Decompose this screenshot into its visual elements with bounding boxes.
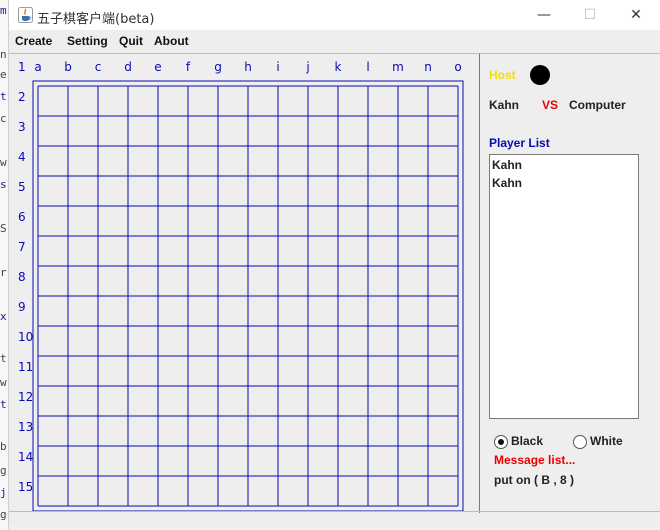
board-column-label: i xyxy=(276,60,280,74)
board-row-label: 6 xyxy=(18,210,26,224)
black-radio-label[interactable]: Black xyxy=(511,434,543,448)
ide-code-fragment: w xyxy=(0,376,7,389)
message-list-title: Message list... xyxy=(494,453,576,467)
player-one-name: Kahn xyxy=(489,98,519,112)
minimize-button[interactable]: — xyxy=(521,2,567,28)
menu-bar: Create Setting Quit About xyxy=(9,30,660,52)
menu-create[interactable]: Create xyxy=(15,34,52,48)
board-column-label: g xyxy=(214,60,222,74)
player-list-title: Player List xyxy=(489,136,550,150)
ide-code-fragment: c xyxy=(0,112,7,125)
board-column-label: e xyxy=(154,60,162,74)
board-column-label: o xyxy=(454,60,462,74)
board-row-label: 13 xyxy=(18,420,34,434)
board-column-label: h xyxy=(244,60,252,74)
list-item[interactable]: Kahn xyxy=(492,176,522,190)
board-row-label: 2 xyxy=(18,90,26,104)
ide-code-fragment: w xyxy=(0,156,7,169)
window-title: 五子棋客户端(beta) xyxy=(37,12,155,27)
gomoku-board-panel[interactable]: a b c d e f g h i j k l m n o 1 2 3 4 5 6 7 8 9 10 11 12 13 14 15 xyxy=(9,53,479,513)
menu-about[interactable]: About xyxy=(154,34,189,48)
board-row-label: 7 xyxy=(18,240,26,254)
side-panel: Host Kahn VS Computer Player List Kahn K… xyxy=(479,53,660,513)
maximize-button[interactable]: ☐ xyxy=(567,2,613,28)
java-app-icon xyxy=(18,7,33,23)
white-radio[interactable] xyxy=(573,435,587,449)
host-label: Host xyxy=(489,68,516,82)
ide-code-fragment: t xyxy=(0,398,7,411)
ide-code-fragment: n xyxy=(0,48,7,61)
message-text: put on ( B , 8 ) xyxy=(494,473,574,487)
board-column-label: k xyxy=(334,60,342,74)
ide-code-fragment: g xyxy=(0,508,7,521)
board-column-label: b xyxy=(64,60,72,74)
board-row-label: 1 xyxy=(18,60,26,74)
close-button[interactable]: ✕ xyxy=(613,2,659,28)
board-row-label: 3 xyxy=(18,120,26,134)
menu-setting[interactable]: Setting xyxy=(67,34,108,48)
ide-code-fragment: x xyxy=(0,310,7,323)
ide-code-fragment: r xyxy=(0,266,7,279)
ide-code-fragment: j xyxy=(0,486,7,499)
ide-code-fragment: S xyxy=(0,222,7,235)
board-column-label: m xyxy=(392,60,404,74)
white-radio-label[interactable]: White xyxy=(590,434,623,448)
title-bar[interactable]: 五子棋客户端(beta) — ☐ ✕ xyxy=(9,0,660,30)
ide-code-fragment: b xyxy=(0,440,7,453)
ide-code-fragment: t xyxy=(0,352,7,365)
board-row-label: 14 xyxy=(18,450,34,464)
board-row-label: 5 xyxy=(18,180,26,194)
board-column-label: n xyxy=(424,60,432,74)
board-row-label: 8 xyxy=(18,270,26,284)
board-column-label: l xyxy=(366,60,370,74)
menu-quit[interactable]: Quit xyxy=(119,34,143,48)
ide-code-fragment: g xyxy=(0,464,7,477)
board-column-label: f xyxy=(185,60,191,74)
board-row-label: 11 xyxy=(18,360,34,374)
board-column-label: c xyxy=(94,60,102,74)
black-radio[interactable] xyxy=(494,435,508,449)
board-row-label: 9 xyxy=(18,300,26,314)
player-list[interactable]: Kahn Kahn xyxy=(489,154,639,419)
board-row-label: 15 xyxy=(18,480,34,494)
board-row-label: 4 xyxy=(18,150,26,164)
status-divider xyxy=(9,511,660,512)
board-column-label: j xyxy=(306,60,310,74)
vs-label: VS xyxy=(542,98,559,112)
board-grid[interactable] xyxy=(9,54,479,513)
board-row-label: 12 xyxy=(18,390,34,404)
ide-code-fragment: t xyxy=(0,90,7,103)
board-row-label: 10 xyxy=(18,330,34,344)
player-two-name: Computer xyxy=(569,98,626,112)
ide-code-fragment: e xyxy=(0,68,7,81)
ide-code-fragment: m xyxy=(0,4,7,17)
board-column-label: d xyxy=(124,60,132,74)
app-window: 五子棋客户端(beta) — ☐ ✕ Create Setting Quit A… xyxy=(8,0,660,526)
ide-code-fragment: s xyxy=(0,178,7,191)
host-stone-indicator xyxy=(530,65,550,85)
list-item[interactable]: Kahn xyxy=(492,158,522,172)
